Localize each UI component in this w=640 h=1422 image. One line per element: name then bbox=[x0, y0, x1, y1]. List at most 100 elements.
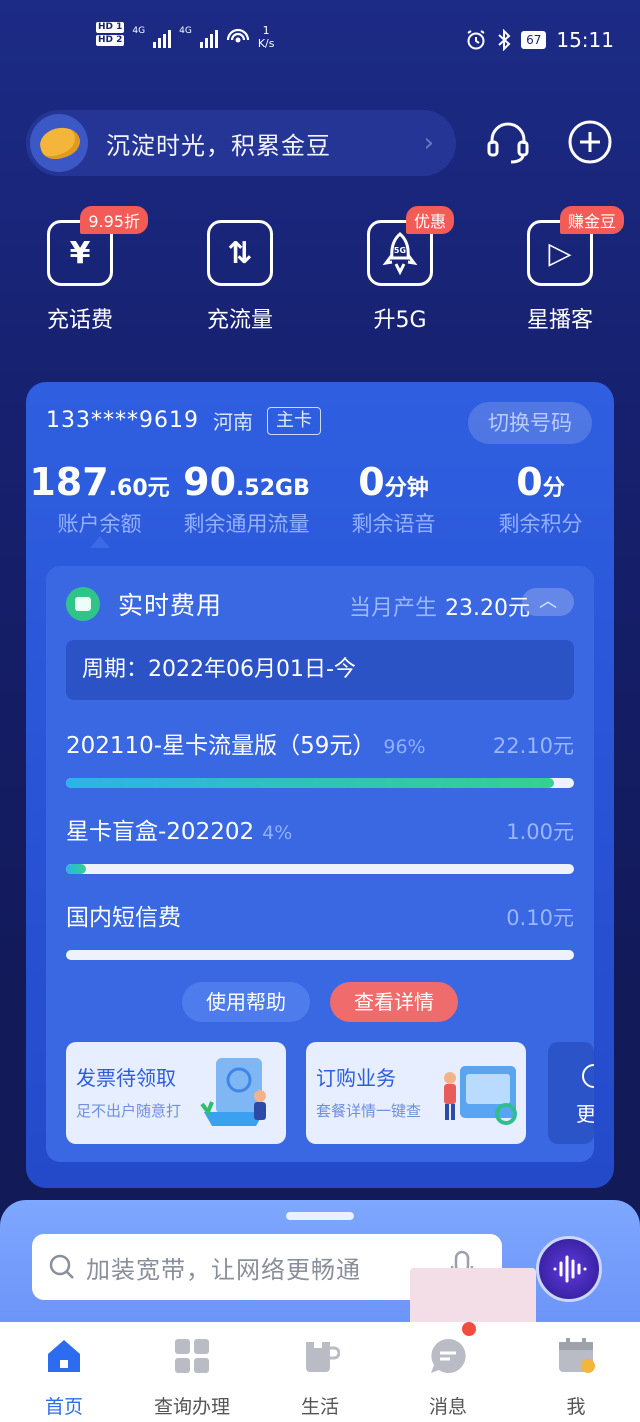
search-icon bbox=[49, 1254, 74, 1279]
more-icon bbox=[582, 1064, 594, 1088]
action-upgrade-5g[interactable]: 5G 升5G 优惠 bbox=[340, 206, 460, 334]
selection-pointer bbox=[90, 536, 110, 548]
speed-unit: K/s bbox=[257, 37, 275, 50]
gold-bean-icon bbox=[36, 123, 84, 163]
promo-title: 发票待领取 bbox=[76, 1066, 176, 1090]
bill-progress-fill bbox=[66, 864, 87, 874]
nav-query[interactable]: 查询办理 bbox=[128, 1322, 256, 1422]
chevron-up-icon[interactable]: ︿ bbox=[522, 588, 574, 616]
nav-messages[interactable]: 消息 bbox=[384, 1322, 512, 1422]
drag-handle[interactable] bbox=[286, 1212, 354, 1220]
month-value: 23.20元 bbox=[445, 596, 530, 621]
bluetooth-icon bbox=[498, 29, 511, 51]
stat-value: 187 bbox=[29, 460, 109, 504]
promo-title: 订购业务 bbox=[316, 1066, 396, 1090]
earn-beans-badge: 赚金豆 bbox=[559, 206, 624, 234]
bill-progress-fill bbox=[66, 778, 554, 788]
search-placeholder: 加装宽带，让网络更畅通 bbox=[86, 1255, 361, 1284]
network-type-1: 4G bbox=[132, 26, 146, 36]
stat-label: 剩余语音 bbox=[351, 512, 436, 536]
nav-label: 查询办理 bbox=[153, 1396, 230, 1418]
switch-number-button[interactable]: 切换号码 bbox=[468, 402, 592, 444]
bill-item: 202110-星卡流量版（59元） 96% 22.10元 bbox=[66, 726, 574, 788]
network-type-2: 4G bbox=[179, 26, 192, 36]
stat-decimal: .52 bbox=[236, 476, 276, 501]
stat-value: 90 bbox=[183, 460, 237, 504]
voice-assistant-button[interactable] bbox=[536, 1236, 602, 1302]
action-star-podcast[interactable]: ▷ 星播客 赚金豆 bbox=[500, 206, 624, 334]
quick-actions: ¥ 充话费 9.95折 ⇅ 充流量 5G 升5G 优惠 ▷ 星播客 赚金豆 bbox=[0, 206, 640, 342]
banner-image-peek bbox=[410, 1268, 536, 1328]
invoice-illustration bbox=[200, 1058, 266, 1126]
card-type-tag: 主卡 bbox=[266, 406, 321, 435]
gold-bean-banner[interactable]: 沉淀时光，积累金豆 › bbox=[26, 110, 456, 176]
action-recharge-data[interactable]: ⇅ 充流量 bbox=[180, 212, 300, 334]
nav-me[interactable]: 我 bbox=[512, 1322, 640, 1422]
chevron-right-icon: › bbox=[423, 128, 434, 158]
account-stats: 187.60元 账户余额 90.52GB 剩余通用流量 0分钟 剩余语音 0分 … bbox=[26, 460, 614, 538]
realtime-fees-panel: 实时费用 当月产生 23.20元 ︿ 周期：2022年06月01日-今 20211… bbox=[46, 566, 594, 1162]
add-icon[interactable] bbox=[566, 118, 614, 166]
stat-unit: GB bbox=[275, 476, 310, 501]
stat-label: 账户余额 bbox=[57, 512, 142, 536]
nav-life[interactable]: 生活 bbox=[256, 1322, 384, 1422]
stat-value: 0 bbox=[358, 460, 385, 504]
stat-value: 0 bbox=[516, 460, 543, 504]
signal-icon bbox=[153, 26, 172, 48]
nav-label: 生活 bbox=[300, 1396, 339, 1418]
bill-name: 星卡盲盒-202202 bbox=[66, 819, 255, 845]
stat-voice[interactable]: 0分钟 剩余语音 bbox=[320, 460, 467, 538]
stat-label: 剩余积分 bbox=[498, 512, 583, 536]
stat-decimal: .60 bbox=[108, 476, 148, 501]
battery-level: 67 bbox=[521, 31, 547, 49]
action-recharge-credit[interactable]: ¥ 充话费 9.95折 bbox=[20, 206, 148, 334]
invoice-promo-card[interactable]: 发票待领取 足不出户随意打 bbox=[66, 1042, 286, 1144]
bill-item: 星卡盲盒-202202 4% 1.00元 bbox=[66, 812, 574, 874]
bill-progress bbox=[66, 778, 574, 788]
gold-bean-text: 沉淀时光，积累金豆 bbox=[106, 131, 331, 160]
nav-label: 我 bbox=[566, 1396, 586, 1418]
bottom-nav: 首页 查询办理 生活 消息 我 bbox=[0, 1322, 640, 1422]
stat-points[interactable]: 0分 剩余积分 bbox=[467, 460, 614, 538]
subscribe-service-card[interactable]: 订购业务 套餐详情一键查 bbox=[306, 1042, 526, 1144]
bill-progress bbox=[66, 950, 574, 960]
stat-data[interactable]: 90.52GB 剩余通用流量 bbox=[173, 460, 320, 538]
customer-service-icon[interactable] bbox=[484, 118, 532, 166]
billing-period: 周期：2022年06月01日-今 bbox=[66, 640, 574, 700]
bill-icon bbox=[66, 587, 100, 621]
calendar-checkin-icon bbox=[559, 1338, 595, 1373]
usage-help-button[interactable]: 使用帮助 bbox=[182, 982, 310, 1022]
stat-label: 剩余通用流量 bbox=[183, 512, 310, 536]
bill-name: 202110-星卡流量版（59元） bbox=[66, 733, 376, 759]
stat-balance[interactable]: 187.60元 账户余额 bbox=[26, 460, 173, 538]
hd1-indicator: HD 1 bbox=[96, 22, 125, 33]
bill-amount: 1.00元 bbox=[506, 820, 574, 844]
nav-label: 消息 bbox=[428, 1396, 467, 1418]
bill-percent: 96% bbox=[383, 736, 426, 758]
more-card-peek[interactable]: 更 bbox=[548, 1042, 594, 1144]
nav-home[interactable]: 首页 bbox=[0, 1322, 128, 1422]
province: 河南 bbox=[212, 410, 253, 434]
hd2-indicator: HD 2 bbox=[96, 35, 125, 46]
status-bar: HD 1 HD 2 4G 4G 1 K/s 67 15:11 bbox=[0, 0, 640, 80]
stat-unit: 分钟 bbox=[384, 476, 429, 501]
signal-icon-2 bbox=[199, 26, 218, 48]
unread-dot bbox=[462, 1322, 476, 1336]
gold-bean-avatar bbox=[30, 114, 88, 172]
action-label: 星播客 bbox=[526, 308, 593, 333]
message-icon bbox=[431, 1338, 466, 1373]
promo-subtitle: 足不出户随意打 bbox=[76, 1102, 182, 1120]
sound-wave-icon bbox=[553, 1255, 587, 1283]
grid-icon bbox=[175, 1339, 209, 1373]
view-details-button[interactable]: 查看详情 bbox=[330, 982, 458, 1022]
speed-value: 1 bbox=[262, 24, 270, 37]
discount-badge: 9.95折 bbox=[80, 206, 148, 234]
subscription-illustration bbox=[444, 1066, 517, 1125]
bill-amount: 0.10元 bbox=[506, 906, 574, 930]
fees-title: 实时费用 bbox=[118, 591, 223, 620]
bill-amount: 22.10元 bbox=[492, 734, 574, 758]
svg-text:5G: 5G bbox=[394, 246, 406, 255]
promo-subtitle: 套餐详情一键查 bbox=[316, 1102, 422, 1120]
alarm-icon bbox=[467, 30, 485, 50]
home-icon bbox=[48, 1340, 80, 1372]
